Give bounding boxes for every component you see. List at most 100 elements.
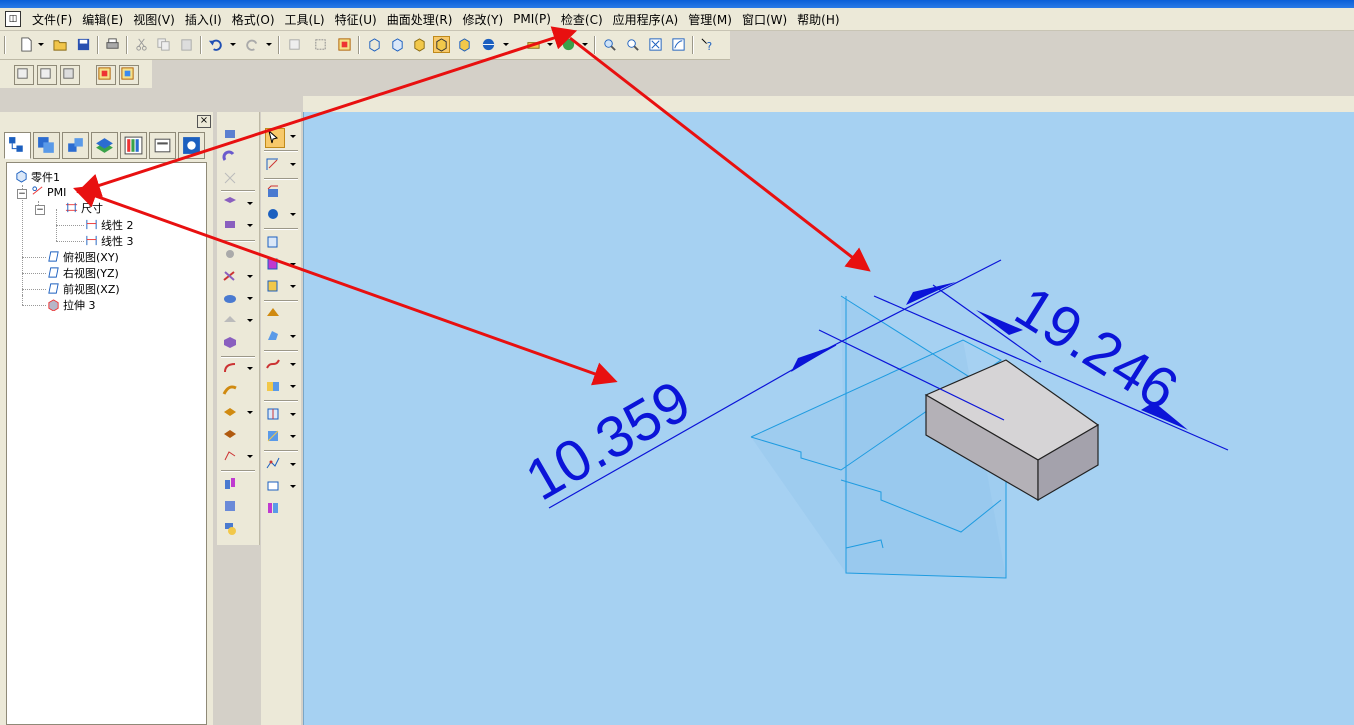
angled-plane-icon[interactable] [265, 278, 283, 296]
curve-tool-icon[interactable] [265, 356, 283, 374]
pmi-settings-icon[interactable] [60, 65, 80, 85]
zoom-area-icon[interactable] [601, 36, 618, 53]
part-icon[interactable] [336, 36, 353, 53]
lip-tool-icon[interactable] [222, 382, 240, 400]
shaded-icon[interactable] [411, 36, 428, 53]
hidden-edges-icon[interactable] [389, 36, 406, 53]
tree-item-plane-front[interactable]: 前视图(XZ) [47, 282, 120, 297]
pmi-view-icon[interactable] [14, 65, 34, 85]
menu-window[interactable]: 窗口(W) [739, 11, 794, 28]
revolved-cutout-icon[interactable] [222, 216, 240, 234]
collapse-pmi-toggle[interactable]: − [17, 189, 27, 199]
stitch-tool-icon[interactable] [265, 428, 283, 446]
intersection-curve-icon[interactable] [265, 378, 283, 396]
menu-view[interactable]: 视图(V) [130, 11, 182, 28]
parallel-plane-icon[interactable] [265, 256, 283, 274]
shaded-edges-icon[interactable] [433, 36, 450, 53]
thin-wall-tool-icon[interactable] [222, 334, 240, 352]
tree-item-extrude-3[interactable]: 拉伸 3 [47, 298, 96, 313]
tab-settings[interactable] [178, 132, 205, 159]
tree-item-plane-top[interactable]: 俯视图(XY) [47, 250, 119, 265]
open-folder-icon[interactable] [52, 36, 69, 53]
tree-item-dimensions[interactable]: 尺寸 [65, 201, 103, 216]
menu-manage[interactable]: 管理(M) [685, 11, 739, 28]
print-icon[interactable] [104, 36, 121, 53]
mounting-boss-icon[interactable] [222, 448, 240, 466]
select-tool-icon[interactable] [265, 128, 285, 148]
tab-assembly[interactable] [62, 132, 89, 159]
keypoint-curve-icon[interactable] [265, 456, 283, 474]
save-icon[interactable] [75, 36, 92, 53]
select-icon[interactable] [312, 36, 329, 53]
whats-this-help-icon[interactable]: ? [699, 36, 716, 53]
pan-icon[interactable] [670, 36, 687, 53]
tree-item-pmi[interactable]: PMI [31, 185, 66, 200]
undo-icon[interactable] [207, 36, 224, 53]
tree-item-linear-3[interactable]: 线性 3 [85, 234, 134, 249]
blue-surface-icon[interactable] [265, 328, 283, 346]
pmi-dimension-icon[interactable] [96, 65, 116, 85]
visible-edges-icon[interactable] [456, 36, 473, 53]
menu-applications[interactable]: 应用程序(A) [610, 11, 686, 28]
profile-icon[interactable] [265, 184, 283, 202]
thicken-tool-icon[interactable] [222, 520, 240, 538]
tab-library[interactable] [149, 132, 176, 159]
wireframe-view-icon[interactable] [366, 36, 383, 53]
coordinate-system-icon[interactable] [265, 206, 283, 224]
menu-tools[interactable]: 工具(L) [282, 11, 332, 28]
panel-close-button[interactable]: × [197, 115, 211, 128]
copy-icon[interactable] [155, 36, 172, 53]
hole-tool-icon[interactable] [222, 246, 240, 264]
tree-item-linear-2[interactable]: 线性 2 [85, 218, 134, 233]
render-icon[interactable] [560, 36, 577, 53]
cutout-tool-icon[interactable] [222, 194, 240, 212]
pmi-annotation-icon[interactable] [119, 65, 139, 85]
menu-format[interactable]: 格式(O) [229, 11, 282, 28]
menu-insert[interactable]: 插入(I) [182, 11, 229, 28]
view-style-icon[interactable] [480, 36, 497, 53]
graphics-viewport[interactable]: 10.359 19.246 [303, 112, 1354, 725]
rectangle-tool-icon[interactable] [265, 478, 283, 496]
redo-icon[interactable] [244, 36, 261, 53]
extrude-tool-icon[interactable] [222, 126, 240, 144]
replace-face-icon[interactable] [265, 500, 283, 518]
menu-inspect[interactable]: 检查(C) [558, 11, 610, 28]
revolve-tool-icon[interactable] [222, 148, 240, 166]
round-tool-icon[interactable] [222, 268, 240, 286]
menu-file[interactable]: 文件(F) [29, 11, 79, 28]
tab-layers[interactable] [33, 132, 60, 159]
sweep-tool-icon[interactable] [222, 170, 240, 188]
surface-tool-icon[interactable] [265, 306, 283, 324]
chamfer-tool-icon[interactable] [222, 290, 240, 308]
mirror-tool-icon[interactable] [222, 476, 240, 494]
tree-item-part[interactable]: 零件1 [15, 170, 60, 185]
collapse-dimensions-toggle[interactable]: − [35, 205, 45, 215]
app-icon[interactable]: ◫ [5, 11, 21, 27]
cut-icon[interactable] [133, 36, 150, 53]
pmi-model-view-icon[interactable] [37, 65, 57, 85]
menu-features[interactable]: 特征(U) [332, 11, 384, 28]
split-tool-icon[interactable] [265, 406, 283, 424]
sketch-view-icon[interactable] [525, 36, 542, 53]
menu-modify[interactable]: 修改(Y) [459, 11, 510, 28]
draft-tool-icon[interactable] [222, 312, 240, 330]
sketch-tool-icon[interactable] [265, 156, 283, 174]
paste-icon[interactable] [178, 36, 195, 53]
zoom-icon[interactable] [624, 36, 641, 53]
fit-icon[interactable] [647, 36, 664, 53]
new-file-icon[interactable] [18, 36, 35, 53]
vent-tool-icon[interactable] [222, 426, 240, 444]
pattern-tool-icon[interactable] [222, 498, 240, 516]
menu-edit[interactable]: 编辑(E) [79, 11, 130, 28]
rib-tool-icon[interactable] [222, 360, 240, 378]
menu-help[interactable]: 帮助(H) [794, 11, 846, 28]
tab-feature-pathfinder[interactable] [4, 132, 31, 159]
plane-tool-icon[interactable] [265, 234, 283, 252]
tab-family[interactable] [120, 132, 147, 159]
web-network-icon[interactable] [222, 404, 240, 422]
menu-pmi[interactable]: PMI(P) [510, 12, 558, 26]
menu-surfacing[interactable]: 曲面处理(R) [384, 11, 460, 28]
tree-item-plane-right[interactable]: 右视图(YZ) [47, 266, 119, 281]
tab-sketch-layers[interactable] [91, 132, 118, 159]
edit-icon[interactable] [286, 36, 303, 53]
